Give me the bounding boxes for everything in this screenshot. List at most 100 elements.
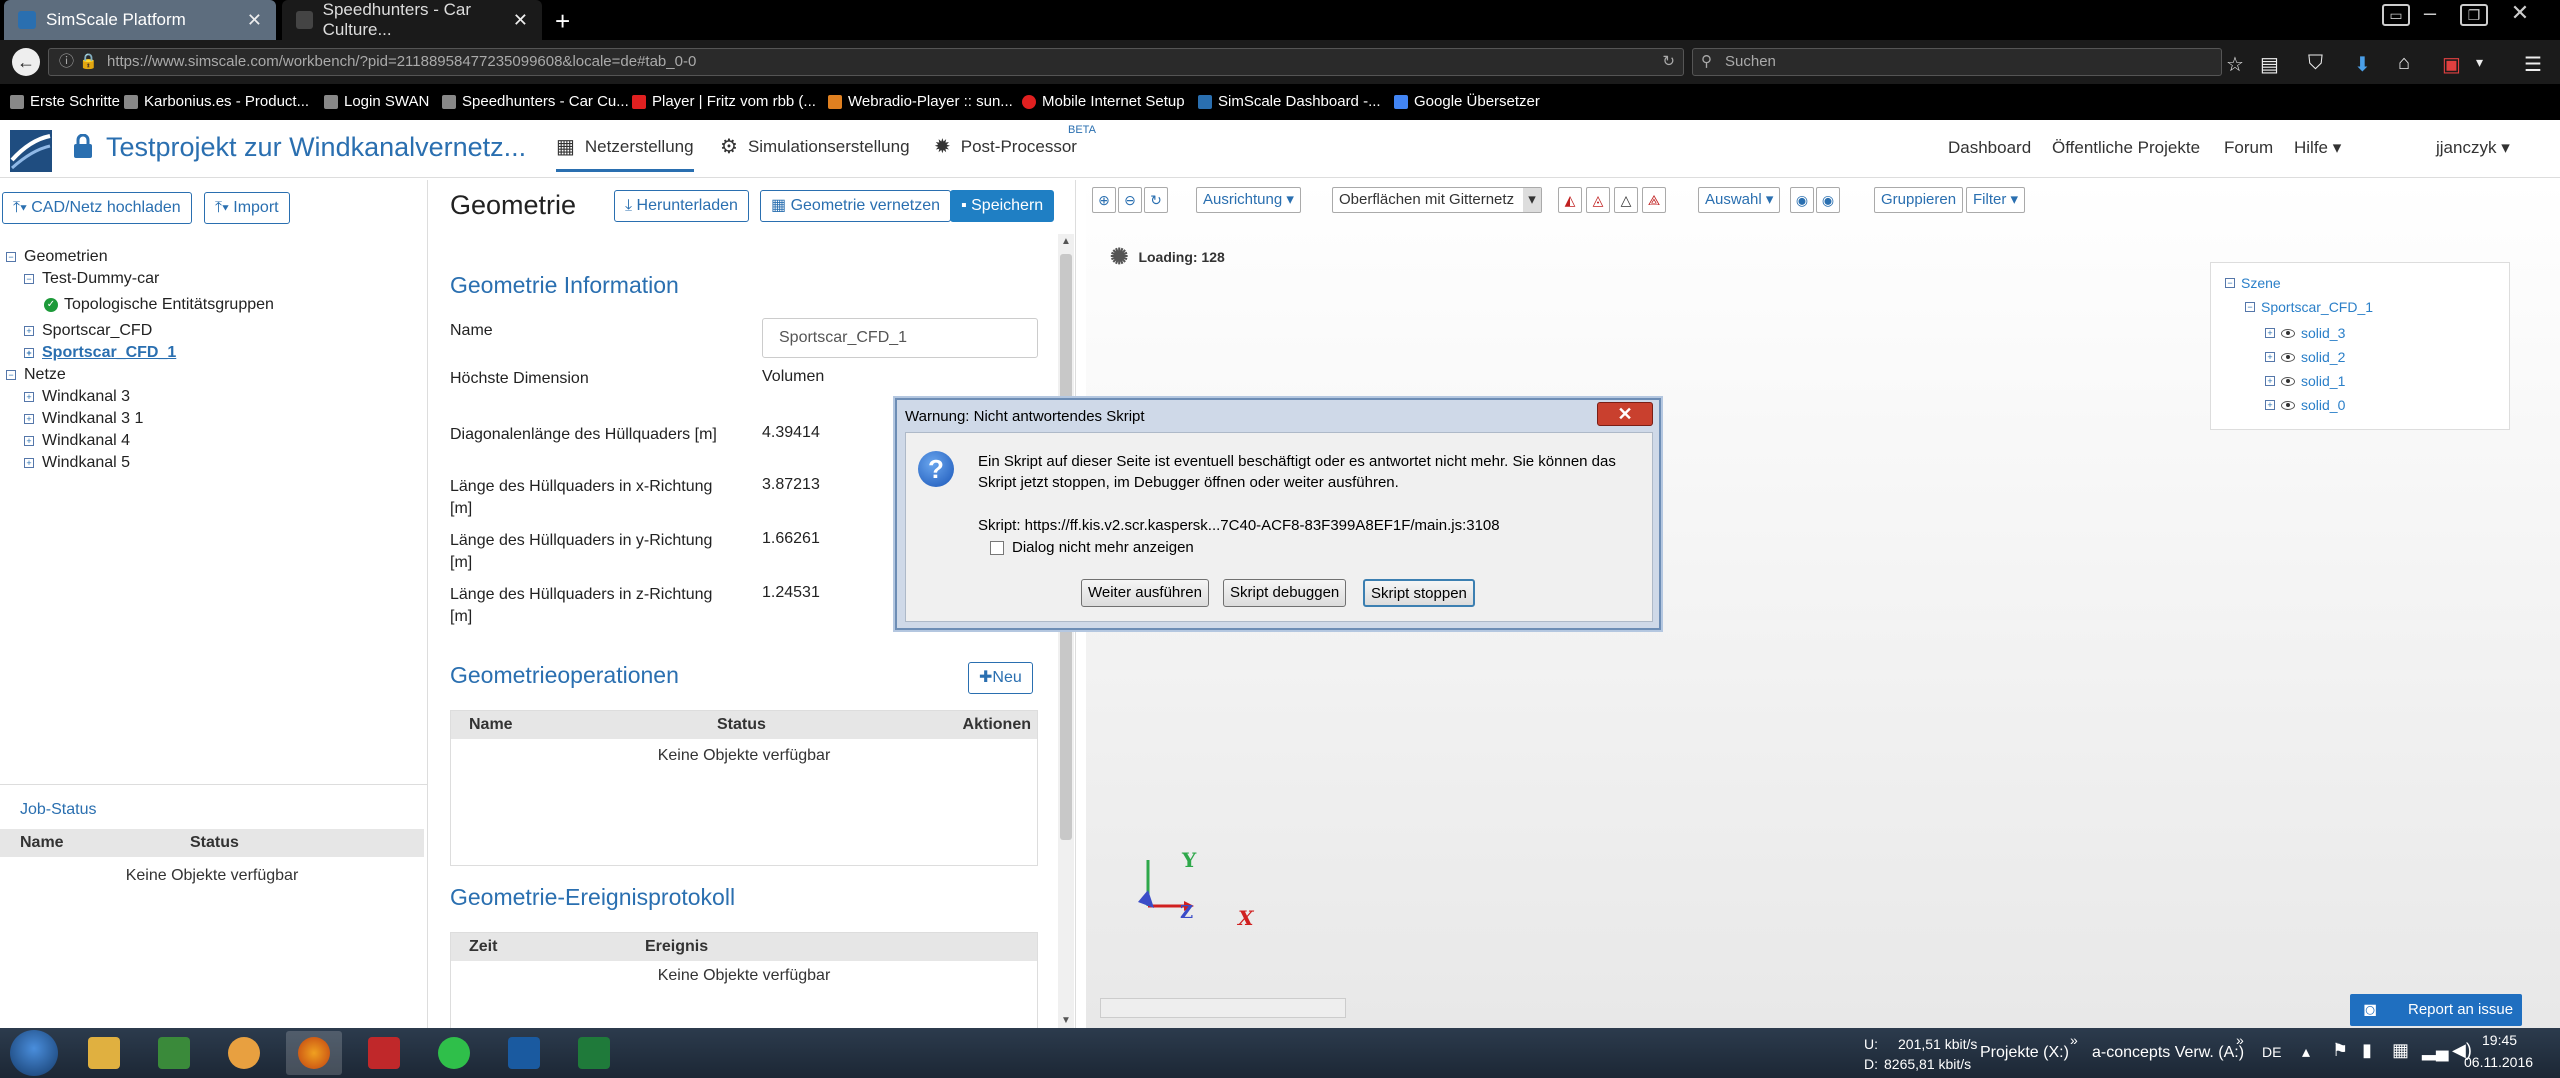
continue-script-button[interactable]: Weiter ausführen: [1081, 579, 1209, 607]
expand-icon[interactable]: +: [2265, 352, 2275, 362]
collapse-icon[interactable]: −: [24, 274, 34, 284]
usb-icon[interactable]: ▮: [2362, 1040, 2372, 1061]
zoom-out-icon[interactable]: ⊖: [1118, 187, 1142, 213]
wireframe-mode-icon[interactable]: △: [1614, 187, 1638, 213]
clock-time[interactable]: 19:45: [2482, 1032, 2517, 1048]
report-issue-button[interactable]: ◙ Report an issue: [2350, 994, 2522, 1026]
tab-netzerstellung[interactable]: ▦ Netzerstellung: [556, 134, 694, 172]
scene-root[interactable]: − Szene: [2225, 275, 2281, 291]
dialog-close-button[interactable]: ✕: [1597, 402, 1653, 426]
reload-icon[interactable]: ↻: [1662, 49, 1675, 75]
drive-projekte[interactable]: Projekte (X:): [1980, 1044, 2069, 1062]
edges-mode-icon[interactable]: ⟁: [1642, 187, 1666, 213]
expand-icon[interactable]: +: [24, 414, 34, 424]
windows-start-icon[interactable]: [10, 1030, 58, 1076]
download-icon[interactable]: ⬇: [2354, 52, 2371, 77]
tray-chevron-up-icon[interactable]: ▴: [2302, 1042, 2310, 1062]
flag-icon[interactable]: ⚑: [2332, 1040, 2348, 1061]
tab-speedhunters[interactable]: Speedhunters - Car Culture... ✕: [282, 0, 542, 40]
mesh-geometry-button[interactable]: ▦ Geometrie vernetzen: [760, 190, 951, 222]
collapse-icon[interactable]: −: [2245, 302, 2255, 312]
zoom-in-icon[interactable]: ⊕: [1092, 187, 1116, 213]
taskbar-app[interactable]: [356, 1031, 412, 1075]
kaspersky-icon[interactable]: ▣: [2442, 52, 2461, 77]
bookmark-item[interactable]: Player | Fritz vom rbb (...: [632, 93, 816, 110]
stop-script-button[interactable]: Skript stoppen: [1363, 579, 1475, 607]
clock-date[interactable]: 06.11.2016: [2464, 1054, 2533, 1070]
download-button[interactable]: ⤓ Herunterladen: [614, 190, 749, 222]
collapse-icon[interactable]: −: [2225, 278, 2235, 288]
scene-solid[interactable]: + solid_0: [2265, 397, 2345, 413]
name-field[interactable]: Sportscar_CFD_1: [762, 318, 1038, 358]
eye-icon[interactable]: [2281, 376, 2295, 386]
back-icon[interactable]: ←: [12, 48, 40, 76]
pocket-icon[interactable]: ⛉: [2308, 52, 2323, 75]
close-tab-icon[interactable]: ✕: [513, 10, 528, 31]
user-menu[interactable]: jjanczyk ▾: [2436, 138, 2510, 158]
home-icon[interactable]: ⌂: [2398, 52, 2410, 75]
tab-list-icon[interactable]: ▭: [2382, 4, 2410, 26]
collapse-icon[interactable]: −: [6, 252, 16, 262]
chevron-down-icon[interactable]: ▾: [2476, 54, 2483, 71]
scroll-down-icon[interactable]: ▼: [1061, 1015, 1071, 1026]
surface-wire-mode-icon[interactable]: ◬: [1586, 187, 1610, 213]
tab-post-processor[interactable]: ✹ Post-Processor: [934, 134, 1077, 169]
url-bar[interactable]: ⓘ 🔒 https://www.simscale.com/workbench/?…: [48, 48, 1684, 76]
tree-geometries[interactable]: − Geometrien: [6, 248, 108, 266]
bookmark-item[interactable]: Karbonius.es - Product...: [124, 93, 309, 110]
bookmark-item[interactable]: Webradio-Player :: sun...: [828, 93, 1013, 110]
chevron-right-icon[interactable]: »: [2236, 1032, 2244, 1048]
expand-icon[interactable]: +: [24, 348, 34, 358]
info-icon[interactable]: ⓘ: [59, 49, 74, 75]
network-icon[interactable]: ▦: [2392, 1040, 2409, 1061]
bookmark-item[interactable]: Mobile Internet Setup: [1022, 93, 1185, 110]
expand-icon[interactable]: +: [24, 392, 34, 402]
minimize-icon[interactable]: –: [2416, 2, 2444, 26]
scene-solid[interactable]: + solid_3: [2265, 325, 2345, 341]
expand-icon[interactable]: +: [24, 436, 34, 446]
new-operation-button[interactable]: ✚Neu: [968, 662, 1033, 694]
taskbar-app[interactable]: [286, 1031, 342, 1075]
close-window-icon[interactable]: ✕: [2506, 2, 2534, 26]
nav-public-projects[interactable]: Öffentliche Projekte: [2052, 138, 2200, 158]
center-scrollbar[interactable]: ▲ ▼: [1058, 234, 1074, 1028]
new-tab-icon[interactable]: +: [555, 6, 570, 37]
tree-sportscar-cfd-1[interactable]: + Sportscar_CFD_1: [24, 344, 176, 362]
tree-meshes[interactable]: − Netze: [6, 366, 66, 384]
tree-mesh-item[interactable]: + Windkanal 3: [24, 388, 130, 406]
debug-script-button[interactable]: Skript debuggen: [1223, 579, 1347, 607]
tree-dummy-car[interactable]: − Test-Dummy-car: [24, 270, 159, 288]
maximize-icon[interactable]: ❐: [2460, 4, 2488, 26]
tree-mesh-item[interactable]: + Windkanal 5: [24, 454, 130, 472]
bookmark-item[interactable]: SimScale Dashboard -...: [1198, 93, 1381, 110]
tree-mesh-item[interactable]: + Windkanal 4: [24, 432, 130, 450]
tree-mesh-item[interactable]: + Windkanal 3 1: [24, 410, 143, 428]
scene-solid[interactable]: + solid_1: [2265, 373, 2345, 389]
save-button[interactable]: ▪ Speichern: [950, 190, 1055, 222]
eye-icon[interactable]: [2281, 328, 2295, 338]
align-dropdown[interactable]: Ausrichtung ▾: [1196, 187, 1301, 213]
taskbar-app[interactable]: [566, 1031, 622, 1075]
reset-view-icon[interactable]: ↻: [1144, 187, 1168, 213]
expand-icon[interactable]: +: [24, 326, 34, 336]
scene-model[interactable]: − Sportscar_CFD_1: [2245, 299, 2373, 315]
upload-cad-button[interactable]: ⤒▾ CAD/Netz hochladen: [2, 192, 192, 224]
menu-icon[interactable]: ☰: [2524, 52, 2542, 77]
collapse-icon[interactable]: −: [6, 370, 16, 380]
language-indicator[interactable]: DE: [2262, 1044, 2281, 1060]
star-icon[interactable]: ☆: [2226, 52, 2244, 77]
nav-dashboard[interactable]: Dashboard: [1948, 138, 2031, 158]
surface-mode-icon[interactable]: ◭: [1558, 187, 1582, 213]
bookmark-item[interactable]: Erste Schritte: [10, 93, 120, 110]
import-button[interactable]: ⤒▾ Import: [204, 192, 290, 224]
tab-simulationserstellung[interactable]: ⚙ Simulationserstellung: [720, 134, 910, 169]
selection-dropdown[interactable]: Auswahl ▾: [1698, 187, 1781, 213]
tree-topo-groups[interactable]: ✓ Topologische Entitätsgruppen: [44, 296, 274, 314]
bookmark-item[interactable]: Speedhunters - Car Cu...: [442, 93, 629, 110]
eye-icon[interactable]: [2281, 400, 2295, 410]
simscale-logo-icon[interactable]: [10, 130, 52, 172]
dont-show-checkbox[interactable]: [990, 541, 1004, 555]
taskbar-app[interactable]: [76, 1031, 132, 1075]
filter-dropdown[interactable]: Filter ▾: [1966, 187, 2026, 213]
tree-sportscar-cfd[interactable]: + Sportscar_CFD: [24, 322, 152, 340]
